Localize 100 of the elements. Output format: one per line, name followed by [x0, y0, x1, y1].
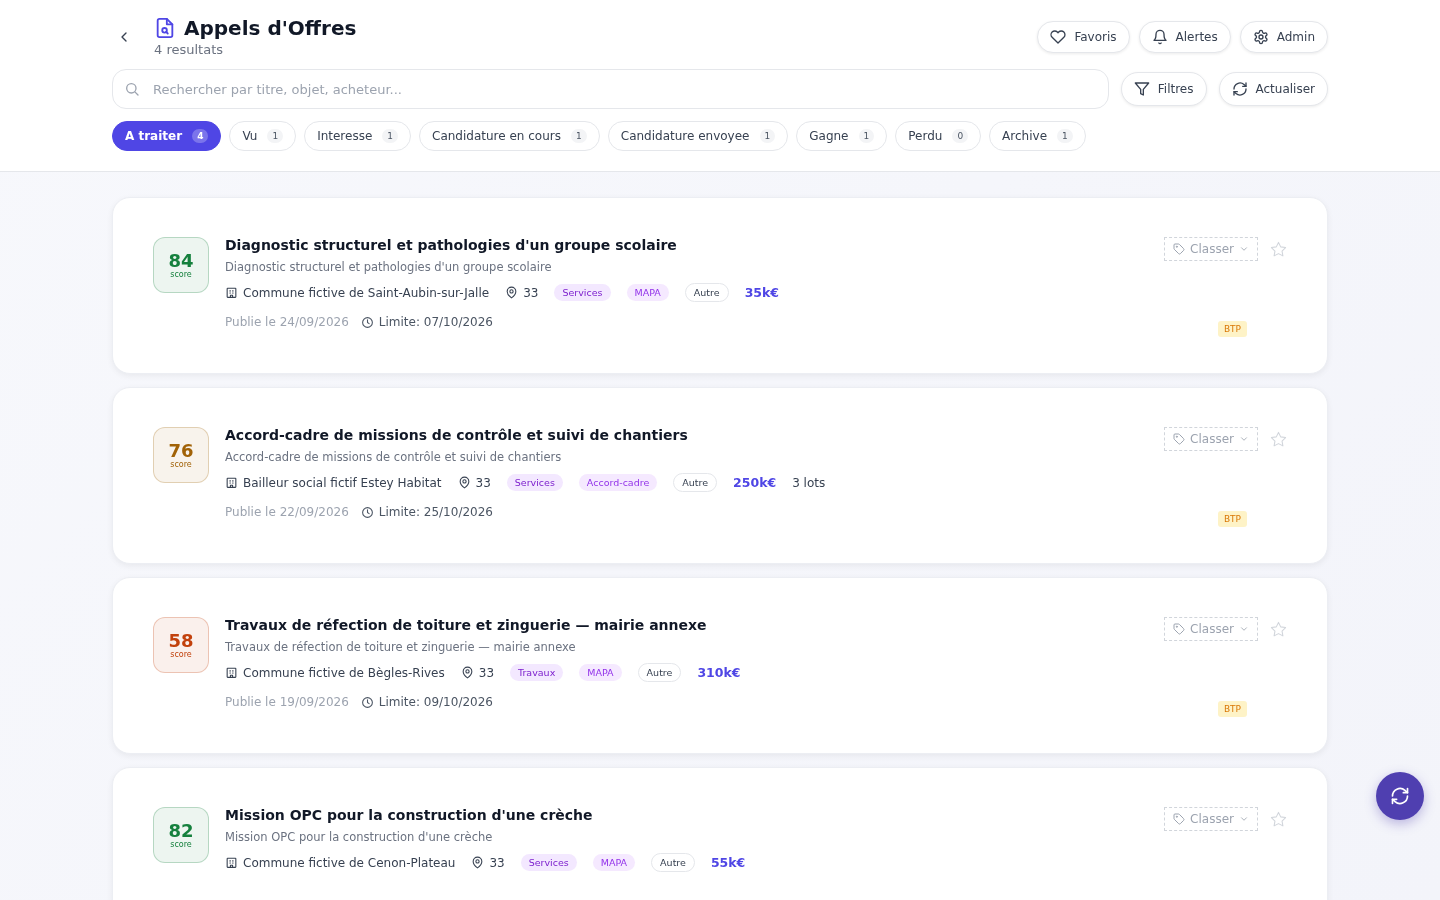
- status-tab[interactable]: A traiter 4: [112, 121, 222, 151]
- deadline: Limite: 25/10/2026: [378, 505, 493, 519]
- deadline: Limite: 07/10/2026: [378, 315, 493, 329]
- tag: Autre: [637, 663, 682, 682]
- score-badge: 84 score: [153, 237, 209, 293]
- count-badge: 4: [192, 129, 209, 143]
- tender-description: Accord-cadre de missions de contrôle et suivi de chantiers: [225, 450, 563, 464]
- status-tab[interactable]: Gagne 1: [796, 121, 888, 151]
- tender-description: Diagnostic structurel et pathologies d'un groupe scolaire: [225, 260, 553, 274]
- map-pin-icon: [505, 286, 519, 299]
- toolbar-button[interactable]: Filtres: [1120, 72, 1207, 106]
- clock-icon: [360, 315, 374, 329]
- count-badge: 1: [267, 129, 284, 143]
- clock-icon: [360, 695, 374, 709]
- score-badge: 76 score: [153, 427, 209, 483]
- filter-icon: [1133, 81, 1150, 97]
- amount: 310k€: [697, 665, 741, 680]
- count-badge: 1: [382, 129, 399, 143]
- heart-icon: [1050, 28, 1067, 45]
- building-icon: [225, 476, 238, 489]
- status-tab[interactable]: Interesse 1: [304, 121, 412, 151]
- lot-count: 3 lots: [792, 475, 826, 490]
- header-button[interactable]: Favoris: [1037, 20, 1130, 53]
- amount: 35k€: [744, 285, 780, 300]
- refresh-icon: [1390, 786, 1410, 806]
- tag: Autre: [651, 853, 695, 872]
- chevron-down-icon: [1239, 244, 1249, 254]
- sector-badge: BTP: [1217, 511, 1247, 527]
- refresh-icon: [1231, 81, 1248, 97]
- tender-description: Mission OPC pour la construction d'une crèche: [225, 830, 494, 844]
- favorite-star[interactable]: [1270, 430, 1287, 448]
- chevron-down-icon: [1239, 624, 1249, 634]
- count-badge: 1: [571, 129, 587, 143]
- status-tab[interactable]: Archive 1: [989, 121, 1086, 151]
- bell-icon: [1151, 28, 1168, 45]
- department: 33: [523, 285, 539, 300]
- chevron-down-icon: [1239, 814, 1249, 824]
- status-tab[interactable]: Perdu 0: [895, 121, 982, 151]
- tag-icon: [1173, 243, 1186, 255]
- tender-title[interactable]: Mission OPC pour la construction d'une crèche: [225, 807, 1149, 823]
- buyer-name: Commune fictive de Bègles-Rives: [243, 665, 445, 680]
- star-icon: [1270, 430, 1287, 448]
- header-button[interactable]: Admin: [1239, 20, 1328, 53]
- star-icon: [1270, 810, 1287, 828]
- buyer-name: Commune fictive de Cenon-Plateau: [243, 855, 456, 870]
- buyer-name: Commune fictive de Saint-Aubin-sur-Jalle: [243, 285, 490, 300]
- count-badge: 1: [759, 129, 776, 143]
- tag: Autre: [673, 473, 718, 492]
- score-badge: 58 score: [153, 617, 209, 673]
- amount: 55k€: [710, 855, 746, 870]
- tender-title[interactable]: Accord-cadre de missions de contrôle et suivi de chantiers: [225, 427, 1149, 443]
- department: 33: [475, 475, 491, 490]
- header-button[interactable]: Alertes: [1138, 20, 1231, 53]
- buyer-name: Bailleur social fictif Estey Habitat: [243, 475, 442, 490]
- count-badge: 1: [858, 129, 875, 143]
- building-icon: [225, 856, 238, 869]
- tag: Services: [506, 474, 563, 491]
- tag: MAPA: [592, 854, 636, 871]
- count-badge: 1: [1057, 129, 1073, 143]
- toolbar-button[interactable]: Actualiser: [1218, 72, 1328, 106]
- department: 33: [489, 855, 505, 870]
- favorite-star[interactable]: [1270, 240, 1287, 258]
- document-search-icon: [154, 17, 176, 39]
- score-badge: 82 score: [153, 807, 209, 863]
- chevron-down-icon: [1239, 434, 1249, 444]
- tag: Accord-cadre: [578, 474, 658, 491]
- search-field[interactable]: Rechercher par titre, objet, acheteur...: [112, 69, 1109, 109]
- status-tab[interactable]: Candidature envoyee 1: [607, 121, 789, 151]
- tender-description: Travaux de réfection de toiture et zinguerie — mairie annexe: [225, 640, 577, 654]
- refresh-button[interactable]: [1376, 772, 1424, 820]
- clock-icon: [360, 505, 374, 519]
- star-icon: [1270, 240, 1287, 258]
- tag: MAPA: [626, 284, 669, 301]
- status-tab[interactable]: Vu 1: [229, 121, 297, 151]
- map-pin-icon: [471, 856, 485, 869]
- map-pin-icon: [460, 666, 474, 679]
- publish-date: Publie le 22/09/2026: [225, 505, 349, 519]
- favorite-star[interactable]: [1270, 810, 1287, 828]
- publish-date: Publie le 19/09/2026: [225, 695, 349, 709]
- tag: Travaux: [510, 664, 564, 681]
- tag-icon: [1173, 813, 1186, 825]
- favorite-star[interactable]: [1270, 620, 1287, 638]
- building-icon: [225, 286, 238, 299]
- star-icon: [1270, 620, 1287, 638]
- tag: MAPA: [579, 664, 622, 681]
- sector-badge: BTP: [1217, 701, 1247, 717]
- building-icon: [225, 666, 238, 679]
- publish-date: Publie le 24/09/2026: [225, 315, 349, 329]
- result-count: 4 resultats: [154, 42, 225, 57]
- tag-icon: [1173, 623, 1186, 635]
- tag-icon: [1173, 433, 1186, 445]
- tag: Services: [554, 284, 611, 301]
- settings-icon: [1252, 28, 1269, 45]
- status-tab[interactable]: Candidature en cours 1: [419, 121, 600, 151]
- department: 33: [478, 665, 495, 680]
- tag: Autre: [684, 283, 729, 302]
- deadline: Limite: 09/10/2026: [378, 695, 493, 709]
- tender-title[interactable]: Diagnostic structurel et pathologies d'un groupe scolaire: [225, 237, 1149, 253]
- sector-badge: BTP: [1217, 321, 1247, 337]
- tender-title[interactable]: Travaux de réfection de toiture et zinguerie — mairie annexe: [225, 617, 1149, 633]
